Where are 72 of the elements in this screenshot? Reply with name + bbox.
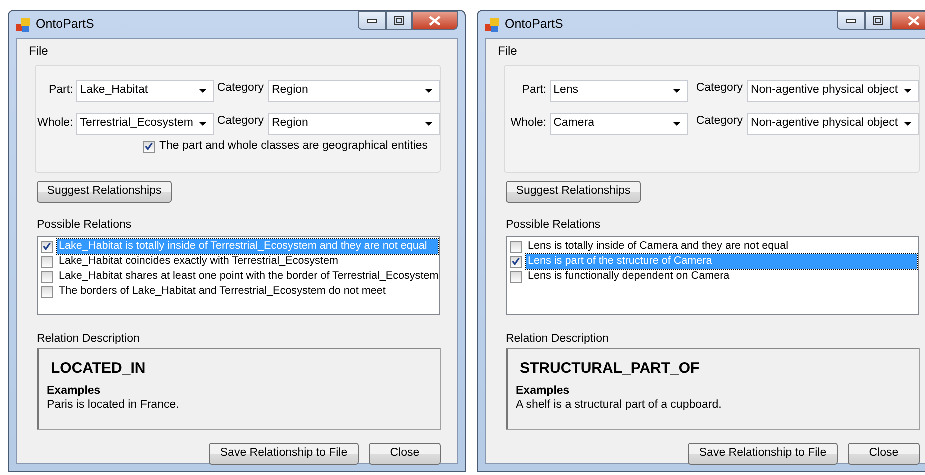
save-button[interactable]: Save Relationship to File [209, 443, 359, 465]
close-button[interactable] [891, 11, 925, 30]
app-icon [485, 18, 499, 32]
caret-icon[interactable] [672, 122, 681, 126]
list-item[interactable]: The borders of Lake_Habitat and Terrestrial_Ecosystem do not meet [57, 284, 388, 299]
field-label: Part: [48, 83, 74, 98]
field-label: Whole: [510, 116, 548, 132]
checkbox[interactable] [41, 286, 53, 298]
field-label: Category [216, 114, 265, 129]
example-text: Paris is located in France. [47, 398, 180, 413]
close-button[interactable]: Close [369, 443, 441, 465]
save-button[interactable]: Save Relationship to File [688, 443, 838, 465]
list-item[interactable]: Lake_Habitat shares at least one point with the border of Terrestrial_Ecosystem [57, 269, 441, 284]
checkbox[interactable] [41, 256, 53, 268]
field-label: Category [695, 114, 744, 129]
dropdown-field[interactable]: Non-agentive physical object [747, 80, 919, 102]
menu-item[interactable]: File [25, 40, 52, 62]
checkbox[interactable] [142, 140, 154, 153]
caret-icon[interactable] [199, 89, 208, 93]
dropdown-field[interactable]: Non-agentive physical object [747, 113, 919, 135]
minimize-icon[interactable] [367, 18, 377, 22]
close-icon[interactable] [429, 16, 441, 26]
close-button[interactable] [412, 11, 458, 30]
minimize-button[interactable] [358, 11, 386, 30]
minimize-icon[interactable] [846, 18, 856, 22]
caret-icon[interactable] [904, 89, 912, 93]
list-item[interactable]: Lens is functionally dependent on Camera [526, 269, 732, 284]
checkbox[interactable] [510, 240, 522, 252]
section-label: Relation Description [506, 332, 610, 345]
dropdown-field[interactable]: Lake_Habitat [76, 80, 214, 102]
suggest-button[interactable]: Suggest Relationships [37, 181, 172, 203]
relation-name: LOCATED_IN [51, 360, 147, 378]
field-label: Category [695, 81, 744, 96]
field-label: Category [216, 81, 265, 96]
list-item[interactable]: Lake_Habitat coincides exactly with Terrestrial_Ecosystem [57, 254, 340, 269]
app-icon [16, 18, 30, 32]
suggest-button[interactable]: Suggest Relationships [506, 181, 641, 203]
dropdown-field[interactable]: Terrestrial_Ecosystem [76, 113, 214, 135]
maximize-button[interactable] [386, 11, 412, 30]
examples-heading: Examples [47, 384, 102, 398]
example-text: A shelf is a structural part of a cupboard. [516, 398, 723, 413]
checkbox[interactable] [510, 270, 522, 282]
checkbox[interactable] [41, 240, 53, 252]
field-label: Whole: [36, 116, 74, 132]
dropdown-field[interactable]: Lens [550, 80, 688, 102]
list-item[interactable]: Lens is totally inside of Camera and they are not equal [526, 239, 790, 254]
checkbox-label: The part and whole classes are geographical entities [160, 139, 428, 154]
dropdown-field[interactable]: Region [268, 113, 440, 135]
menu-item[interactable]: File [494, 40, 522, 62]
dropdown-field[interactable]: Camera [550, 113, 688, 135]
dropdown-field[interactable]: Region [268, 80, 440, 102]
maximize-icon[interactable] [394, 16, 404, 25]
checkbox[interactable] [510, 256, 522, 268]
maximize-icon[interactable] [873, 16, 883, 25]
close-icon[interactable] [908, 16, 920, 26]
maximize-button[interactable] [865, 11, 891, 30]
minimize-button[interactable] [837, 11, 865, 30]
section-label: Relation Description [37, 332, 141, 345]
close-button[interactable]: Close [848, 443, 920, 465]
section-label: Possible Relations [37, 218, 133, 233]
caret-icon[interactable] [425, 122, 433, 126]
section-label: Possible Relations [506, 218, 602, 233]
caret-icon[interactable] [672, 89, 681, 93]
window-title: OntoPartS [36, 16, 94, 34]
caret-icon[interactable] [425, 89, 433, 93]
checkbox[interactable] [41, 270, 53, 282]
caret-icon[interactable] [904, 122, 912, 126]
caret-icon[interactable] [199, 122, 208, 126]
window-title: OntoPartS [505, 16, 564, 34]
relation-name: STRUCTURAL_PART_OF [520, 360, 701, 378]
field-label: Part: [521, 83, 548, 98]
examples-heading: Examples [516, 384, 571, 398]
